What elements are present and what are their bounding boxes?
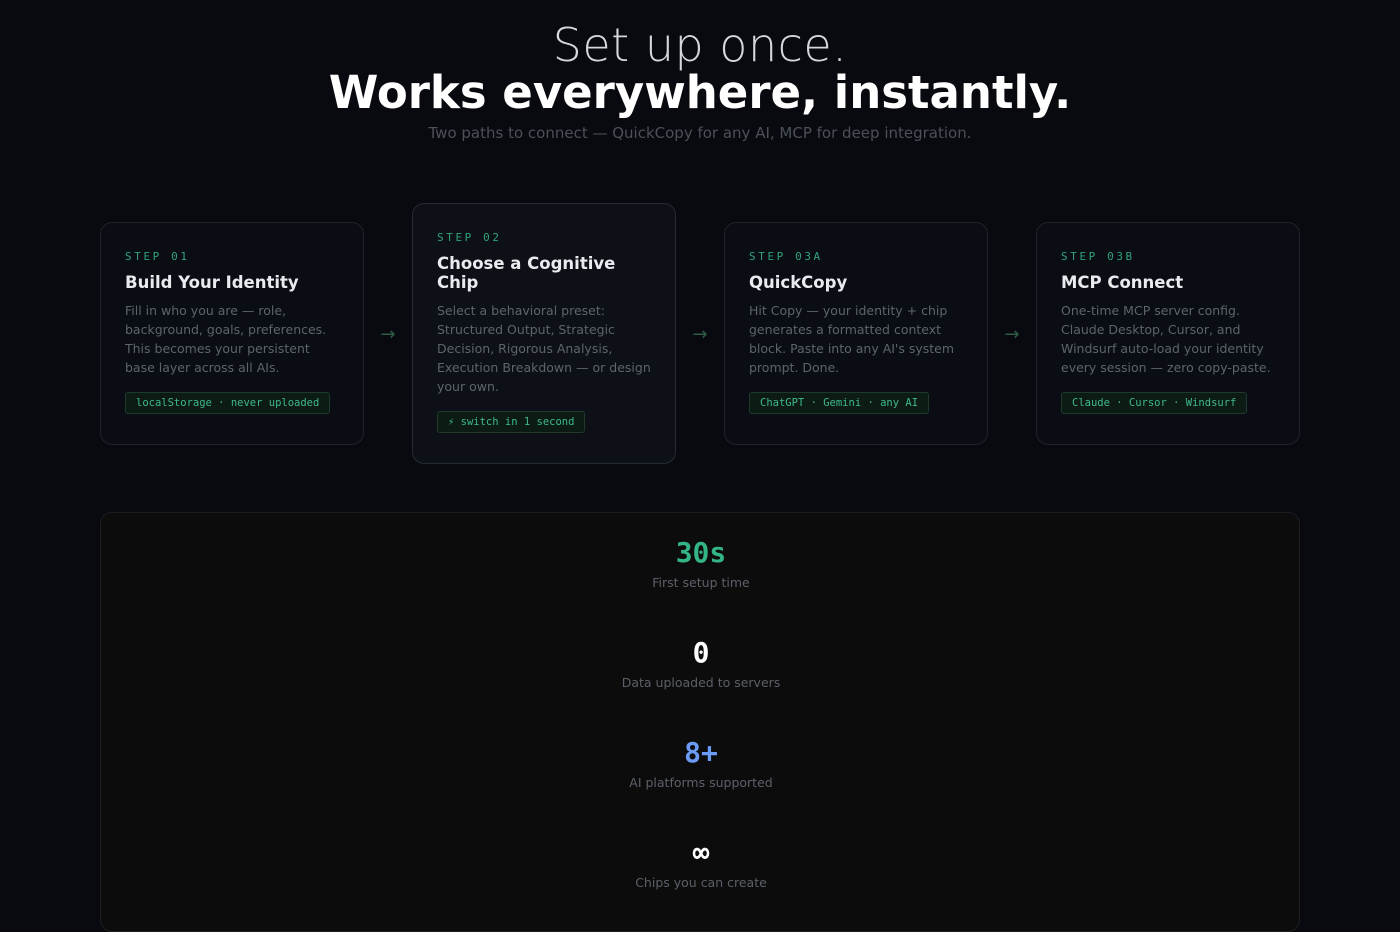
step-description: One-time MCP server config. Claude Deskt… <box>1061 303 1271 375</box>
step-label: STEP 01 <box>125 250 190 263</box>
stat-label: Data uploaded to servers <box>621 675 781 690</box>
stat-value: 30s <box>675 536 727 569</box>
hero-heading-bold: Works everywhere, instantly. <box>328 66 1072 119</box>
step-description: Select a behavioral preset: Structured O… <box>437 303 651 394</box>
step-description: Hit Copy — your identity + chip generate… <box>749 303 955 375</box>
stat-value: ∞ <box>692 836 710 869</box>
stat-value: 0 <box>692 636 710 669</box>
arrow-icon: → <box>380 324 396 345</box>
stat-label: AI platforms supported <box>629 775 773 790</box>
step-tag: localStorage · never uploaded <box>125 392 331 414</box>
hero-subtitle: Two paths to connect — QuickCopy for any… <box>428 124 972 142</box>
step-card-03b: STEP 03B MCP Connect One-time MCP server… <box>1036 222 1300 445</box>
step-card-02: STEP 02 Choose a Cognitive Chip Select a… <box>412 203 676 464</box>
arrow-icon: → <box>692 324 708 345</box>
step-tag: ChatGPT · Gemini · any AI <box>749 392 930 414</box>
step-title: Choose a Cognitive Chip <box>437 254 616 292</box>
step-tag: Claude · Cursor · Windsurf <box>1061 392 1248 414</box>
step-card-03a: STEP 03A QuickCopy Hit Copy — your ident… <box>724 222 988 445</box>
step-label: STEP 03B <box>1061 250 1135 263</box>
step-title: Build Your Identity <box>125 273 299 292</box>
stat-chips: ∞ Chips you can create <box>101 836 1301 891</box>
stat-label: First setup time <box>652 575 750 590</box>
stat-data-uploaded: 0 Data uploaded to servers <box>101 636 1301 691</box>
arrow-icon: → <box>1004 324 1020 345</box>
stat-value: 8+ <box>684 736 718 769</box>
step-label: STEP 03A <box>749 250 823 263</box>
step-label: STEP 02 <box>437 231 502 244</box>
step-title: QuickCopy <box>749 273 848 292</box>
stat-setup-time: 30s First setup time <box>101 536 1301 591</box>
hero-heading-light: Set up once. <box>552 18 848 72</box>
step-tag: ⚡ switch in 1 second <box>437 411 586 433</box>
step-description: Fill in who you are — role, background, … <box>125 303 327 375</box>
step-title: MCP Connect <box>1061 273 1184 292</box>
step-card-01: STEP 01 Build Your Identity Fill in who … <box>100 222 364 445</box>
stat-label: Chips you can create <box>635 875 767 890</box>
stat-platforms: 8+ AI platforms supported <box>101 736 1301 791</box>
stats-panel: 30s First setup time 0 Data uploaded to … <box>100 512 1300 932</box>
